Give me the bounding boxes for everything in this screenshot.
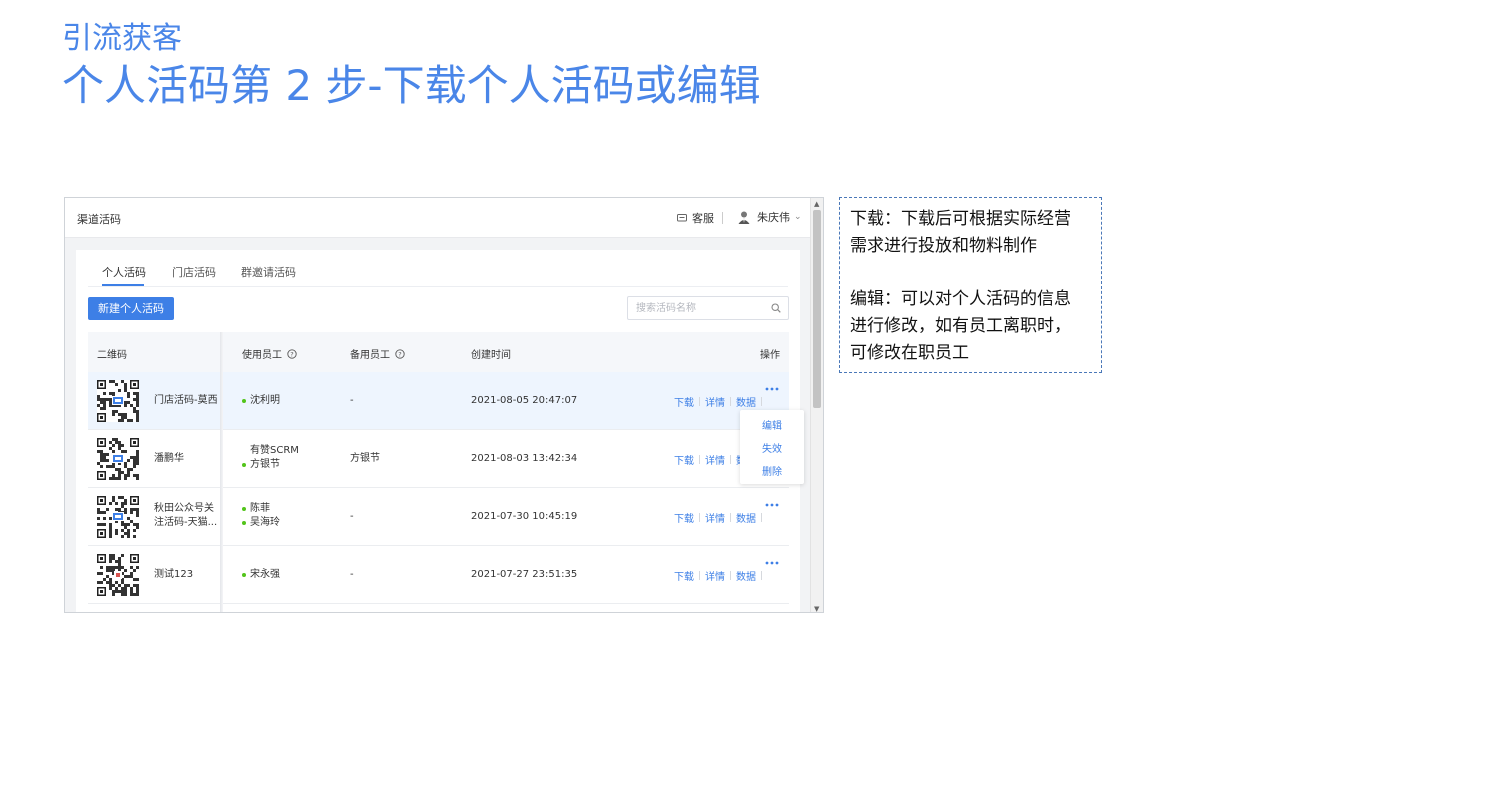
code-name: 门店活码-莫西: [154, 395, 218, 406]
table-row: 潘鹏华 有赞SCRM 方银节 方银节 2021-08-03 13:42:34 下…: [88, 430, 789, 488]
qr-code-image: [97, 496, 139, 538]
staff-cell: 沈利明: [242, 394, 280, 408]
search-icon[interactable]: [771, 303, 781, 313]
row-actions: 下载 详情 数据: [674, 394, 767, 409]
qr-code-image: [97, 612, 139, 613]
scroll-up-arrow-icon[interactable]: ▲: [814, 200, 819, 208]
download-link[interactable]: 下载: [674, 510, 694, 525]
qr-code-image: [97, 554, 139, 596]
staff-cell: 陈菲 吴海玲: [242, 502, 280, 530]
detail-link[interactable]: 详情: [705, 452, 725, 467]
download-link[interactable]: 下载: [674, 452, 694, 467]
backup-staff-cell: -: [350, 395, 354, 406]
detail-link[interactable]: 详情: [705, 394, 725, 409]
table-row: 门店活码-莫西 沈利明 - 2021-08-05 20:47:07 下载 详情 …: [88, 372, 789, 430]
status-dot: [242, 449, 246, 453]
backup-staff-cell: 方银节: [350, 453, 380, 464]
note-line: 进行修改，如有员工离职时，: [850, 316, 1071, 336]
annotation-note: 下载：下载后可根据实际经营 需求进行投放和物料制作 编辑：可以对个人活码的信息 …: [839, 197, 1102, 373]
search-box: [627, 296, 789, 320]
tab-group-invite-code[interactable]: 群邀请活码: [241, 264, 296, 280]
column-header-created-time: 创建时间: [471, 350, 511, 361]
new-personal-code-button[interactable]: 新建个人活码: [88, 297, 174, 320]
tabs-divider: [88, 286, 788, 287]
data-link[interactable]: 数据: [736, 394, 756, 409]
user-menu[interactable]: 朱庆伟 ⌄: [737, 209, 802, 225]
menu-item-disable[interactable]: 失效: [740, 440, 804, 455]
tab-personal-code[interactable]: 个人活码: [102, 264, 146, 280]
status-dot: [242, 463, 246, 467]
avatar-icon: [738, 211, 750, 224]
app-screenshot: 渠道活码 客服 朱庆伟 ⌄ 个人活码 门店活码 群邀请活码 新建个人活码 二维码…: [64, 197, 824, 613]
note-line: 可修改在职员工: [850, 343, 969, 363]
message-icon: [677, 213, 687, 221]
slide-subtitle: 引流获客: [62, 21, 182, 56]
svg-text:?: ?: [398, 350, 401, 358]
more-icon[interactable]: [765, 561, 779, 565]
code-name: 潘鹏华: [154, 453, 184, 464]
download-link[interactable]: 下载: [674, 568, 694, 583]
staff-cell: 宋永强: [242, 568, 280, 582]
table-row: 测试123 宋永强 - 2021-07-27 23:51:35 下载 详情 数据: [88, 546, 789, 604]
chevron-down-icon: ⌄: [794, 212, 802, 222]
topbar-divider: [722, 212, 723, 224]
detail-link[interactable]: 详情: [705, 568, 725, 583]
column-header-qrcode: 二维码: [97, 350, 127, 361]
table-row: 秋田公众号关 注活码-天猫... 陈菲 吴海玲 - 2021-07-30 10:…: [88, 488, 789, 546]
scroll-down-arrow-icon[interactable]: ▼: [814, 605, 819, 612]
more-icon[interactable]: [765, 387, 779, 391]
download-link[interactable]: 下载: [674, 394, 694, 409]
help-icon[interactable]: ?: [395, 348, 405, 359]
data-link[interactable]: 数据: [736, 510, 756, 525]
status-dot: [242, 573, 246, 577]
vertical-scrollbar[interactable]: ▲ ▼: [810, 198, 823, 612]
created-time-cell: 2021-07-30 10:45:19: [471, 511, 578, 522]
help-icon[interactable]: ?: [287, 348, 297, 359]
staff-cell: 有赞SCRM 方银节: [242, 444, 299, 472]
user-name: 朱庆伟: [757, 211, 790, 224]
scrollbar-thumb[interactable]: [813, 210, 821, 408]
more-icon[interactable]: [765, 503, 779, 507]
column-header-staff: 使用员工 ?: [242, 346, 297, 361]
menu-item-delete[interactable]: 删除: [740, 463, 804, 478]
top-bar: 渠道活码 客服 朱庆伟 ⌄: [65, 198, 811, 238]
status-dot: [242, 521, 246, 525]
status-dot: [242, 507, 246, 511]
note-line: 编辑：可以对个人活码的信息: [850, 289, 1071, 309]
app-title: 渠道活码: [77, 213, 121, 226]
backup-staff-cell: -: [350, 569, 354, 580]
created-time-cell: 2021-07-27 23:51:35: [471, 569, 578, 580]
table-row: [88, 604, 789, 613]
qr-code-image: [97, 380, 139, 422]
slide-title: 个人活码第 2 步-下载个人活码或编辑: [62, 61, 761, 110]
menu-item-edit[interactable]: 编辑: [740, 417, 804, 432]
main-panel: 个人活码 门店活码 群邀请活码 新建个人活码 二维码 使用员工 ? 备用员工 ?…: [76, 250, 800, 613]
customer-service-link[interactable]: 客服: [677, 210, 714, 226]
status-dot: [242, 399, 246, 403]
tab-store-code[interactable]: 门店活码: [172, 264, 216, 280]
search-input[interactable]: [636, 301, 766, 315]
more-actions-dropdown: 编辑 失效 删除: [740, 410, 804, 484]
column-header-backup-staff: 备用员工 ?: [350, 346, 405, 361]
qr-code-image: [97, 438, 139, 480]
row-actions: 下载 详情 数据: [674, 568, 767, 583]
created-time-cell: 2021-08-05 20:47:07: [471, 395, 578, 406]
column-divider: [220, 332, 223, 612]
detail-link[interactable]: 详情: [705, 510, 725, 525]
created-time-cell: 2021-08-03 13:42:34: [471, 453, 578, 464]
table-header: 二维码 使用员工 ? 备用员工 ? 创建时间 操作: [88, 332, 789, 372]
active-tab-indicator: [102, 284, 144, 286]
backup-staff-cell: -: [350, 511, 354, 522]
column-header-actions: 操作: [760, 350, 780, 361]
note-line: 下载：下载后可根据实际经营: [850, 209, 1071, 229]
svg-text:?: ?: [290, 350, 293, 358]
code-name: 测试123: [154, 569, 194, 580]
code-name: 秋田公众号关 注活码-天猫...: [154, 503, 218, 528]
row-actions: 下载 详情 数据: [674, 510, 767, 525]
customer-service-label: 客服: [692, 212, 714, 225]
data-link[interactable]: 数据: [736, 568, 756, 583]
note-line: 需求进行投放和物料制作: [850, 236, 1037, 256]
